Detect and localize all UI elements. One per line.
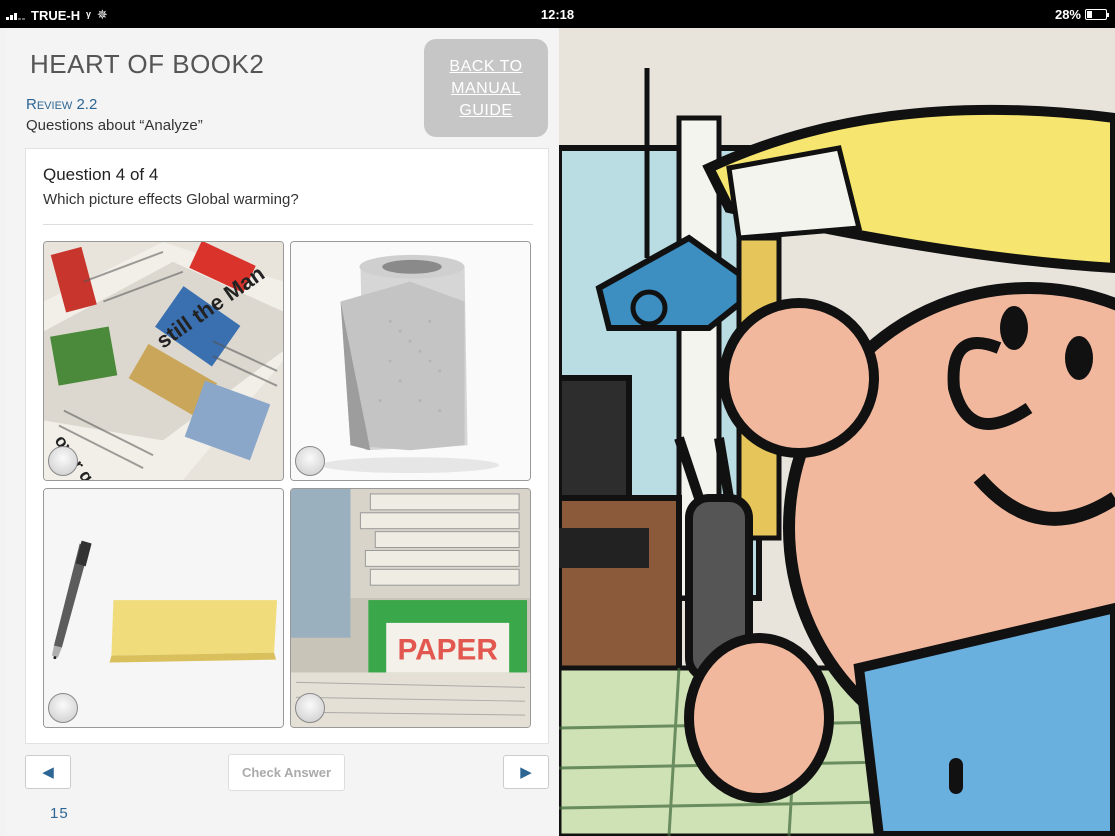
back-button-line-2: MANUAL <box>451 80 521 97</box>
question-text: Which picture effects Global warming? <box>43 191 299 208</box>
question-card: Question 4 of 4 Which picture effects Gl… <box>25 148 549 744</box>
status-right: 28% <box>1054 7 1109 22</box>
book-title: HEART OF BOOK2 <box>30 49 265 79</box>
option-paper-towel-roll[interactable] <box>290 241 531 481</box>
option-radio[interactable] <box>48 446 78 476</box>
review-label: Review 2.2 <box>26 96 98 113</box>
back-button-line-1: BACK TO <box>449 58 523 75</box>
newspapers-image: still the Man over quota <box>44 242 283 480</box>
option-radio[interactable] <box>48 693 78 723</box>
cartoon-illustration <box>559 28 1115 836</box>
previous-question-button[interactable]: ◀ <box>25 755 71 789</box>
triangle-left-icon: ◀ <box>42 764 54 781</box>
next-question-button[interactable]: ▶ <box>503 755 549 789</box>
cartoon-boy-holding-plug-image <box>559 28 1115 836</box>
review-subtitle: Questions about “Analyze” <box>26 117 203 134</box>
page-number: 15 <box>50 805 69 822</box>
back-to-manual-guide-button[interactable]: BACK TO MANUAL GUIDE <box>424 39 548 137</box>
divider <box>43 224 533 225</box>
paper-sign-text: PAPER <box>398 634 498 667</box>
paper-towel-roll-image <box>291 242 530 480</box>
status-time: 12:18 <box>540 7 575 22</box>
battery-icon <box>1085 9 1109 20</box>
option-pen-and-sticky-notes[interactable] <box>43 488 284 728</box>
option-recycling-paper-bin[interactable]: PAPER <box>290 488 531 728</box>
recycling-paper-bin-image: PAPER <box>291 489 530 727</box>
pen-and-sticky-notes-image <box>44 489 283 727</box>
triangle-right-icon: ▶ <box>520 764 532 781</box>
question-counter: Question 4 of 4 <box>43 165 159 184</box>
back-button-line-3: GUIDE <box>459 102 513 119</box>
check-answer-button[interactable]: Check Answer <box>228 754 345 791</box>
option-radio[interactable] <box>295 446 325 476</box>
option-newspapers[interactable]: still the Man over quota <box>43 241 284 481</box>
status-bar: TRUE-H ᵞ ✵ 12:18 28% <box>0 0 1115 28</box>
battery-percent: 28% <box>1054 7 1081 22</box>
option-radio[interactable] <box>295 693 325 723</box>
question-page: HEART OF BOOK2 Review 2.2 Questions abou… <box>6 28 559 836</box>
